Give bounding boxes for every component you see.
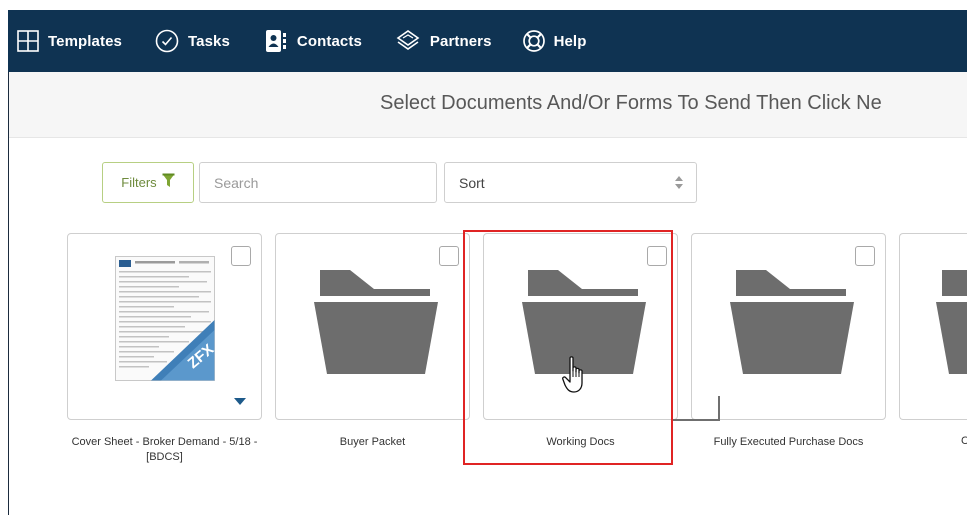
sort-select[interactable]: Sort — [444, 162, 697, 203]
nav-label-contacts: Contacts — [296, 32, 362, 50]
card-label-cover-sheet: Cover Sheet - Broker Demand - 5/18 - [BD… — [71, 436, 258, 463]
card-label-working-docs: Working Docs — [546, 436, 615, 448]
document-thumbnail-icon: ZFX — [115, 256, 217, 386]
nav-item-help[interactable]: Help — [522, 10, 587, 72]
nav-item-partners[interactable]: Partners — [395, 10, 492, 72]
folder-icon — [936, 270, 967, 374]
drag-shadow-edge — [718, 396, 720, 421]
hand-cursor-icon — [562, 356, 592, 401]
nav-label-help: Help — [553, 32, 587, 50]
folder-icon — [730, 270, 854, 379]
document-card-cover-sheet[interactable]: ZFX — [67, 233, 262, 420]
address-book-icon — [264, 29, 288, 53]
funnel-icon — [162, 173, 175, 193]
folder-icon — [314, 270, 438, 379]
nav-label-templates: Templates — [48, 32, 122, 50]
sort-arrows-icon — [675, 176, 683, 194]
card-checkbox[interactable] — [439, 246, 459, 266]
handshake-icon — [395, 30, 421, 52]
sort-label: Sort — [459, 175, 485, 191]
top-nav-bar: Templates Tasks Contacts Partners Help — [8, 10, 967, 72]
drag-shadow-bottom — [672, 419, 720, 421]
folder-card-fully-executed-purchase-docs[interactable] — [691, 233, 886, 420]
grid-icon — [17, 30, 39, 52]
lifebuoy-icon — [522, 29, 546, 53]
filters-label: Filters — [121, 175, 157, 190]
card-label-fully-executed-purchase-docs: Fully Executed Purchase Docs — [713, 436, 864, 448]
instruction-banner: Select Documents And/Or Forms To Send Th… — [9, 72, 967, 138]
nav-label-partners: Partners — [429, 32, 492, 50]
folder-card-partial[interactable] — [899, 233, 967, 420]
card-label-partial: C — [961, 435, 967, 447]
folder-card-buyer-packet[interactable] — [275, 233, 470, 420]
search-input[interactable] — [199, 162, 437, 203]
page-left-border — [8, 72, 9, 515]
card-checkbox[interactable] — [647, 246, 667, 266]
card-checkbox[interactable] — [231, 246, 251, 266]
nav-item-contacts[interactable]: Contacts — [264, 10, 362, 72]
check-circle-icon — [155, 29, 179, 53]
nav-item-templates[interactable]: Templates — [17, 10, 122, 72]
card-label-buyer-packet: Buyer Packet — [339, 436, 406, 448]
card-checkbox[interactable] — [855, 246, 875, 266]
filters-button[interactable]: Filters — [102, 162, 194, 203]
nav-label-tasks: Tasks — [187, 32, 230, 50]
nav-item-tasks[interactable]: Tasks — [155, 10, 230, 72]
dropdown-caret-icon[interactable] — [234, 393, 246, 411]
instruction-text: Select Documents And/Or Forms To Send Th… — [380, 92, 882, 114]
